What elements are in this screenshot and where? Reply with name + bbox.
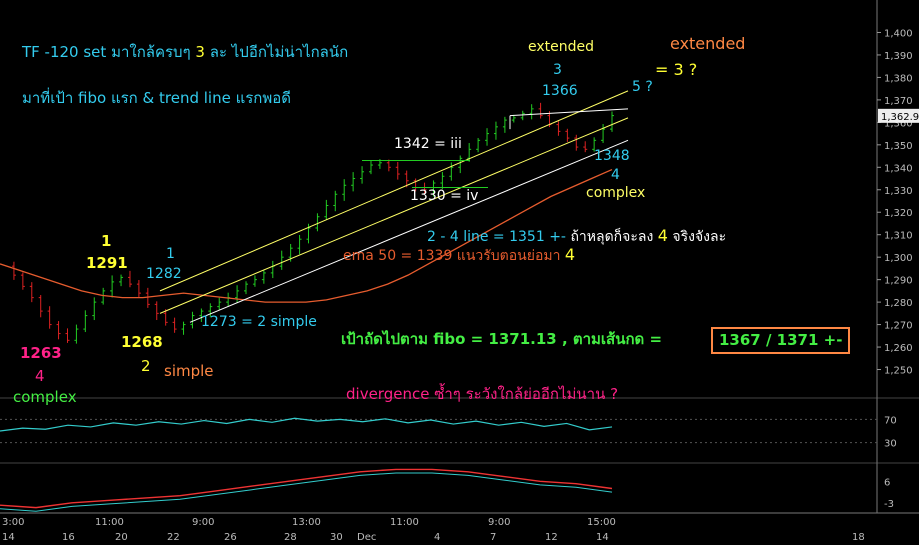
x-date-label: 28 <box>284 532 297 543</box>
y-tick-label: 1,300 <box>884 253 913 264</box>
y-tick-label: 1,330 <box>884 186 913 197</box>
label-4-left: 4 <box>35 367 45 385</box>
trendline-note-num: 4 <box>657 226 668 245</box>
label-1291: 1291 <box>86 254 128 272</box>
x-date-label: 30 <box>330 532 343 543</box>
x-date-label: 7 <box>490 532 496 543</box>
trendline-note-thai: ถ้าหลุดก็จะลง <box>570 229 654 245</box>
y-tick-label: 1,350 <box>884 141 913 152</box>
trendline-note-text: 2 - 4 line = 1351 +- <box>427 229 566 245</box>
macd-tick-label: 6 <box>884 477 890 488</box>
x-date-label: Dec <box>357 532 376 543</box>
x-time-label: 9:00 <box>488 517 510 528</box>
header-line1-tail: ละ ไปอีกไม่น่าไกลนัก <box>209 43 349 61</box>
label-1366: 1366 <box>542 83 578 99</box>
label-1273: 1273 = 2 simple <box>201 314 317 330</box>
label-1-top: 1 <box>101 232 112 250</box>
trendline-note: 2 - 4 line = 1351 +- ถ้าหลุดก็จะลง 4 จริ… <box>427 226 727 245</box>
x-date-label: 26 <box>224 532 237 543</box>
label-1-blue: 1 <box>166 246 175 262</box>
y-tick-label: 1,320 <box>884 208 913 219</box>
label-2: 2 <box>141 357 151 375</box>
x-date-label: 12 <box>545 532 558 543</box>
header-line2: มาที่เป้า fibo แรก & trend line แรกพอดี <box>22 89 292 107</box>
x-time-label: 13:00 <box>292 517 321 528</box>
x-date-label: 16 <box>62 532 75 543</box>
label-1330: 1330 = iv <box>410 188 479 204</box>
y-tick-label: 1,340 <box>884 163 913 174</box>
y-tick-label: 1,310 <box>884 231 913 242</box>
y-tick-label: 1,250 <box>884 366 913 377</box>
y-tick-label: 1,400 <box>884 28 913 39</box>
x-date-label: 22 <box>167 532 180 543</box>
header-line1-text: TF -120 set มาใกล้ครบๆ <box>22 43 191 61</box>
x-time-label: 11:00 <box>390 517 419 528</box>
rsi-tick-label: 70 <box>884 415 897 426</box>
x-date-label: 18 <box>852 532 865 543</box>
y-tick-label: 1,370 <box>884 96 913 107</box>
label-1342: 1342 = iii <box>394 136 462 152</box>
label-five: 5 ? <box>632 79 653 95</box>
x-time-label: 3:00 <box>2 517 24 528</box>
complex-right: complex <box>586 185 646 201</box>
label-1282: 1282 <box>146 266 182 282</box>
macd-tick-label: -3 <box>884 499 894 510</box>
price-chart: 1,4001,3901,3801,3701,3601,3501,3401,330… <box>0 0 919 543</box>
ema-note-num: 4 <box>564 245 576 264</box>
x-time-label: 15:00 <box>587 517 616 528</box>
header-line1-num: 3 <box>195 43 205 61</box>
y-tick-label: 1,280 <box>884 298 913 309</box>
trendline-top <box>509 108 629 117</box>
extended-left-label: extended <box>528 39 595 55</box>
chart-stage: 1,400 1,390 1,380 1,370 1,360 1,350 1,340 1,330… <box>0 0 919 545</box>
x-date-label: 4 <box>434 532 440 543</box>
rsi-line <box>0 417 613 432</box>
y-tick-label: 1,260 <box>884 343 913 354</box>
x-date-label: 14 <box>2 532 15 543</box>
macd-line <box>0 468 613 509</box>
x-time-label: 9:00 <box>192 517 214 528</box>
simple-left: simple <box>164 362 214 380</box>
y-tick-label: 1,290 <box>884 276 913 287</box>
trendline-note-tail: จริงจังละ <box>672 229 727 245</box>
complex-left: complex <box>13 388 77 406</box>
extended-left-num: 3 <box>553 62 562 78</box>
label-4-right: 4 <box>611 167 620 183</box>
y-tick-label: 1,390 <box>884 51 913 62</box>
y-tick-label: 1,380 <box>884 73 913 84</box>
extended-right-label: extended <box>670 34 746 53</box>
x-date-label: 14 <box>596 532 609 543</box>
label-1263: 1263 <box>20 344 62 362</box>
ema-note-text: ema 50 = 1339 แนวรับตอนย่อมา <box>343 248 561 264</box>
fibo-target: เป้าถัดไปตาม fibo = 1371.13 , ตามเส้นกด … <box>341 330 663 348</box>
label-1348: 1348 <box>594 148 630 164</box>
label-1268: 1268 <box>121 333 163 351</box>
header-line1: TF -120 set มาใกล้ครบๆ 3 ละ ไปอีกไม่น่าไ… <box>22 45 348 60</box>
extended-right-eq: = 3 ? <box>655 60 698 79</box>
last-price-label: 1,362.9 <box>881 112 919 123</box>
x-date-label: 20 <box>115 532 128 543</box>
target-box: 1367 / 1371 +- <box>711 327 851 354</box>
rsi-tick-label: 30 <box>884 439 897 450</box>
ema-note: ema 50 = 1339 แนวรับตอนย่อมา 4 <box>343 245 576 264</box>
divergence-note: divergence ซ้ำๆ ระวังใกล้ย่ออีกไม่นาน ? <box>346 385 619 403</box>
x-time-label: 11:00 <box>95 517 124 528</box>
y-tick-label: 1,270 <box>884 321 913 332</box>
